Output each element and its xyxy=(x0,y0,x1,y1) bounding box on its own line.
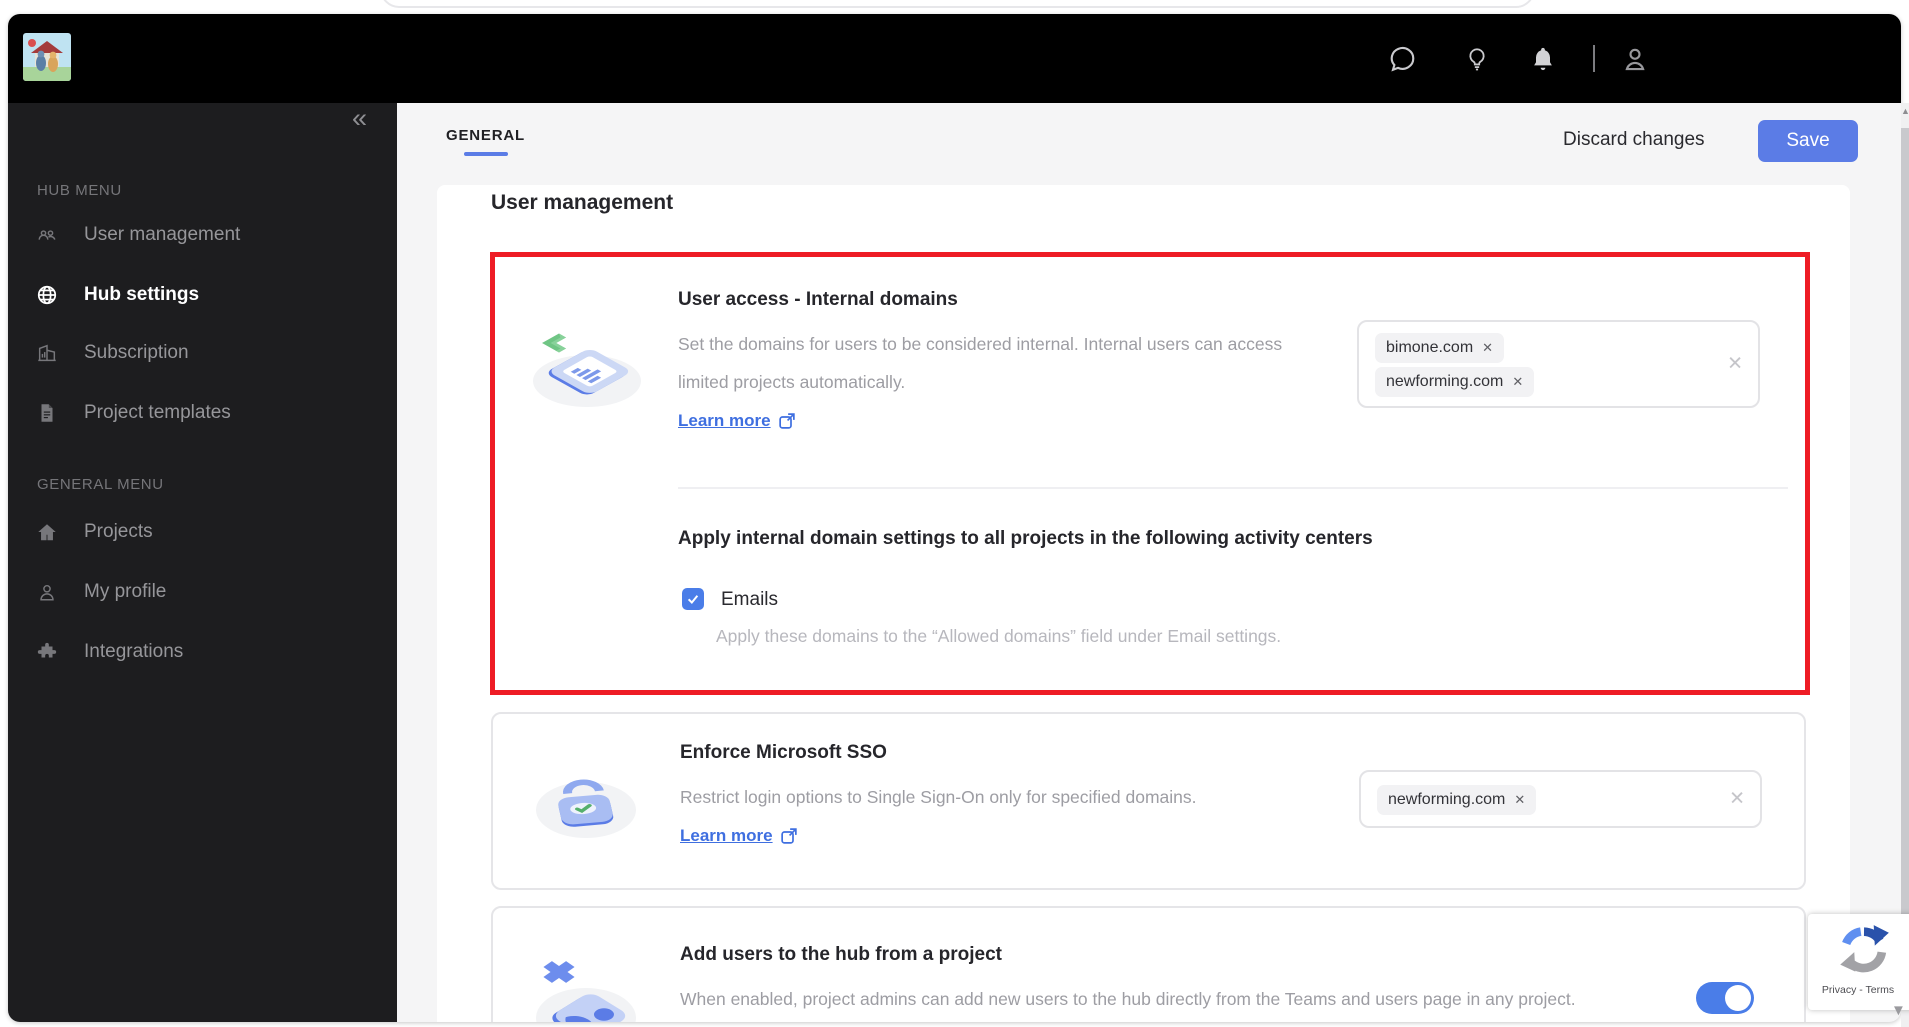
topbar-divider xyxy=(1593,45,1595,72)
add-users-illustration xyxy=(531,956,641,1022)
section-divider xyxy=(678,487,1788,489)
sidebar-section-general-menu: GENERAL MENU xyxy=(37,476,164,493)
app-window: « HUB MENU User management Hub settings xyxy=(8,14,1901,1022)
apply-domains-heading: Apply internal domain settings to all pr… xyxy=(678,528,1373,549)
chat-icon[interactable] xyxy=(1387,44,1417,74)
profile-icon[interactable] xyxy=(1620,44,1650,74)
learn-more-label: Learn more xyxy=(678,411,771,430)
scroll-down-arrow[interactable]: ▼ xyxy=(1891,1002,1906,1019)
sidebar-item-label: Projects xyxy=(84,521,153,542)
scrollbar-thumb[interactable] xyxy=(1901,128,1909,1003)
section-title-internal-domains: User access - Internal domains xyxy=(678,289,958,310)
add-users-toggle[interactable] xyxy=(1696,982,1754,1014)
sidebar-item-label: My profile xyxy=(84,581,167,602)
sso-card: Enforce Microsoft SSO Restrict login opt… xyxy=(491,712,1806,890)
clear-field-icon[interactable]: ✕ xyxy=(1727,353,1743,376)
section-description: Set the domains for users to be consider… xyxy=(678,334,1283,392)
document-icon xyxy=(36,402,58,424)
puzzle-icon xyxy=(36,641,58,663)
browser-omnibox-edge xyxy=(380,0,1535,8)
sidebar-item-subscription[interactable]: Subscription xyxy=(8,333,397,373)
recaptcha-badge[interactable]: Privacy - Terms xyxy=(1808,914,1909,1010)
sidebar-item-label: Project templates xyxy=(84,402,231,423)
domain-chip: newforming.com ✕ xyxy=(1377,785,1537,815)
emails-checkbox-label[interactable]: Emails xyxy=(721,589,778,611)
scroll-up-arrow[interactable]: ▲ xyxy=(1901,107,1909,116)
chip-label: newforming.com xyxy=(1386,373,1504,390)
building-icon xyxy=(36,342,58,364)
sidebar-item-label: User management xyxy=(84,224,241,245)
topbar xyxy=(8,14,1901,103)
domain-chip: bimone.com ✕ xyxy=(1375,333,1505,363)
learn-more-label: Learn more xyxy=(680,826,773,845)
person-icon xyxy=(36,581,58,603)
learn-more-link-sso[interactable]: Learn more xyxy=(680,826,797,846)
discard-changes-button[interactable]: Discard changes xyxy=(1563,129,1705,151)
sidebar-collapse-button[interactable]: « xyxy=(352,105,367,132)
external-link-icon xyxy=(780,828,797,844)
sidebar-item-label: Subscription xyxy=(84,342,189,363)
sidebar-item-label: Integrations xyxy=(84,641,184,662)
sso-domains-input[interactable]: newforming.com ✕ ✕ xyxy=(1359,770,1762,828)
sidebar-item-hub-settings[interactable]: Hub settings xyxy=(8,275,397,315)
sidebar-item-project-templates[interactable]: Project templates xyxy=(8,393,397,433)
recaptcha-icon xyxy=(1837,923,1891,977)
internal-domains-input[interactable]: bimone.com ✕ newforming.com ✕ ✕ xyxy=(1357,320,1760,408)
chip-remove-icon[interactable]: ✕ xyxy=(1514,792,1525,808)
add-users-card: Add users to the hub from a project When… xyxy=(491,906,1806,1022)
lightbulb-icon[interactable] xyxy=(1464,44,1490,74)
chip-remove-icon[interactable]: ✕ xyxy=(1512,374,1523,390)
page-title: User management xyxy=(491,191,674,214)
learn-more-link-internal-domains[interactable]: Learn more xyxy=(678,411,795,431)
sidebar-item-label: Hub settings xyxy=(84,284,200,305)
external-link-icon xyxy=(778,413,795,429)
home-icon xyxy=(36,521,58,543)
sidebar-item-my-profile[interactable]: My profile xyxy=(8,572,397,612)
internal-domains-illustration xyxy=(525,325,649,416)
chip-label: newforming.com xyxy=(1388,791,1506,808)
save-button[interactable]: Save xyxy=(1758,120,1858,162)
add-users-description: When enabled, project admins can add new… xyxy=(680,989,1576,1009)
chip-remove-icon[interactable]: ✕ xyxy=(1482,340,1493,356)
section-title-add-users: Add users to the hub from a project xyxy=(680,944,1002,965)
sidebar-item-integrations[interactable]: Integrations xyxy=(8,632,397,672)
chip-label: bimone.com xyxy=(1386,339,1474,356)
emails-checkbox-help: Apply these domains to the “Allowed doma… xyxy=(716,626,1282,646)
domain-chip: newforming.com ✕ xyxy=(1375,367,1535,397)
tab-active-underline xyxy=(464,152,508,156)
sidebar: « HUB MENU User management Hub settings xyxy=(8,103,397,1022)
emails-checkbox[interactable] xyxy=(682,588,704,610)
sso-illustration xyxy=(531,762,641,851)
hub-logo[interactable] xyxy=(23,33,71,81)
user-management-panel: User management User access - Internal d… xyxy=(437,185,1850,1022)
bell-icon[interactable] xyxy=(1529,44,1557,74)
clear-field-icon[interactable]: ✕ xyxy=(1729,788,1745,811)
sidebar-item-user-management[interactable]: User management xyxy=(8,215,397,255)
users-icon xyxy=(36,224,58,246)
tab-general[interactable]: GENERAL xyxy=(446,127,525,144)
recaptcha-privacy-terms[interactable]: Privacy - Terms xyxy=(1808,984,1908,996)
toggle-knob xyxy=(1725,985,1751,1011)
sidebar-section-hub-menu: HUB MENU xyxy=(37,182,122,199)
sidebar-item-projects[interactable]: Projects xyxy=(8,512,397,552)
check-icon xyxy=(687,595,699,604)
globe-icon xyxy=(36,284,58,306)
section-title-sso: Enforce Microsoft SSO xyxy=(680,742,887,763)
